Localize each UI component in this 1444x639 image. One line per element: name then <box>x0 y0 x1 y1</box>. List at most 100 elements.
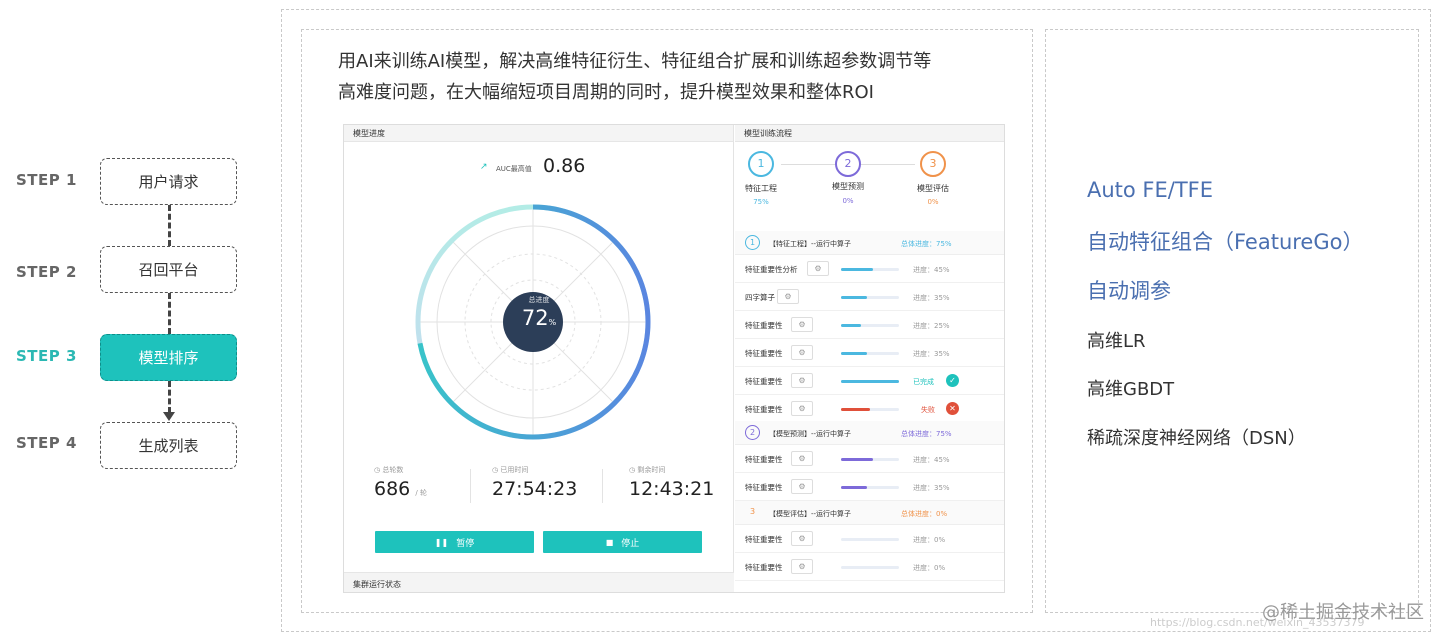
clock-icon: ◷ <box>374 466 381 474</box>
step-2-box: 召回平台 <box>100 246 237 293</box>
pause-button[interactable]: ❚❚ 暂停 <box>375 531 534 553</box>
total-label: 总进度 <box>528 296 550 304</box>
stat-remaining-label: 剩余时间 <box>637 466 666 474</box>
stat-remaining-value: 12:43:21 <box>629 478 715 500</box>
total-value: 72 <box>521 306 549 330</box>
settings-gear-icon[interactable]: ⚙ <box>791 317 813 332</box>
training-flow-panel: 模型训练流程 1 特征工程 75% 2 模型预测 0% 3 模型评估 0% 1 【… <box>735 125 1004 592</box>
operator-row: 特征重要性 ⚙ 进度：35% <box>735 473 1004 501</box>
connector-2-3 <box>168 293 171 334</box>
stage-1: 1 特征工程 75% <box>735 151 787 206</box>
step-3-label: STEP 3 <box>16 347 77 365</box>
operator-row: 特征重要性 ⚙ 失败 ✕ <box>735 395 1004 423</box>
cluster-status-title: 集群运行状态 <box>353 580 401 589</box>
operator-status: 进度：25% <box>913 322 950 330</box>
settings-gear-icon[interactable]: ⚙ <box>791 531 813 546</box>
stage-2-pct: 0% <box>842 197 854 205</box>
settings-gear-icon[interactable]: ⚙ <box>777 289 799 304</box>
settings-gear-icon[interactable]: ⚙ <box>791 479 813 494</box>
stat-rounds-label: 总轮数 <box>382 466 404 474</box>
stage-3: 3 模型评估 0% <box>907 151 959 206</box>
operator-progress-fill <box>841 324 862 327</box>
stat-remaining: ◷ 剩余时间 12:43:21 <box>629 465 734 500</box>
section-number: 2 <box>745 425 760 440</box>
stat-divider <box>470 469 471 503</box>
stop-button[interactable]: ■ 停止 <box>543 531 702 553</box>
stat-rounds-unit: / 轮 <box>415 489 427 497</box>
operator-name: 特征重要性 <box>745 405 783 414</box>
operator-name: 特征重要性 <box>745 455 783 464</box>
intro-text: 用AI来训练AI模型，解决高维特征衍生、特征组合扩展和训练超参数调节等 高难度问… <box>338 46 998 108</box>
settings-gear-icon[interactable]: ⚙ <box>791 559 813 574</box>
operator-progress-bar <box>841 566 899 569</box>
stat-elapsed: ◷ 已用时间 27:54:23 <box>492 465 602 500</box>
operator-name: 特征重要性 <box>745 535 783 544</box>
model-dashboard-screenshot: 模型进度 ↗ AUC最高值 0.86 总进度 72% ◷ 总轮数 686 / 轮… <box>343 124 1005 593</box>
cluster-status-header: 集群运行状态 <box>344 572 734 592</box>
stage-stepper: 1 特征工程 75% 2 模型预测 0% 3 模型评估 0% <box>735 143 1004 223</box>
section-title: 【模型预测】--运行中算子 <box>769 430 852 438</box>
clock-icon: ◷ <box>629 466 636 474</box>
arrow-down-icon <box>163 412 175 421</box>
stage-2: 2 模型预测 0% <box>822 151 874 205</box>
operator-status: 进度：0% <box>913 536 946 544</box>
section-number: 1 <box>745 235 760 250</box>
settings-gear-icon[interactable]: ⚙ <box>791 451 813 466</box>
operator-progress-bar <box>841 268 899 271</box>
section-progress: 总体进度：0% <box>901 510 948 518</box>
feature-auto-fe: Auto FE/TFE <box>1087 178 1214 202</box>
operator-row: 特征重要性 ⚙ 进度：0% <box>735 553 1004 581</box>
operator-progress-fill <box>841 408 870 411</box>
model-progress-title: 模型进度 <box>344 125 733 142</box>
operator-status: 进度：35% <box>913 294 950 302</box>
trend-icon: ↗ <box>480 162 488 172</box>
auc-value: 0.86 <box>543 155 586 177</box>
operator-progress-bar <box>841 486 899 489</box>
stage-1-circle: 1 <box>748 151 774 177</box>
operator-progress-bar <box>841 538 899 541</box>
total-value-wrap: 72% <box>503 306 575 330</box>
settings-gear-icon[interactable]: ⚙ <box>807 261 829 276</box>
stat-rounds-value: 686 <box>374 478 411 500</box>
operator-row: 特征重要性 ⚙ 进度：45% <box>735 445 1004 473</box>
auc-label: AUC最高值 <box>496 165 532 173</box>
operator-progress-fill <box>841 352 868 355</box>
training-flow-title: 模型训练流程 <box>735 125 1004 142</box>
stage-2-circle: 2 <box>835 151 861 177</box>
step-3-box: 模型排序 <box>100 334 237 381</box>
stat-rounds: ◷ 总轮数 686 / 轮 <box>374 465 474 500</box>
operator-name: 特征重要性 <box>745 321 783 330</box>
settings-gear-icon[interactable]: ⚙ <box>791 401 813 416</box>
operator-progress-bar <box>841 458 899 461</box>
operator-progress-fill <box>841 458 873 461</box>
stop-icon: ■ <box>605 537 614 547</box>
stat-elapsed-value: 27:54:23 <box>492 478 578 500</box>
section-title: 【特征工程】--运行中算子 <box>769 240 852 248</box>
operator-status: 进度：35% <box>913 350 950 358</box>
section-title: 【模型评估】--运行中算子 <box>769 510 852 518</box>
step-1-label: STEP 1 <box>16 171 77 189</box>
operator-status: 失败 <box>921 406 935 414</box>
feature-high-dim-gbdt: 高维GBDT <box>1087 379 1175 400</box>
intro-line-2: 高难度问题，在大幅缩短项目周期的同时，提升模型效果和整体ROI <box>338 82 874 103</box>
step-4-label: STEP 4 <box>16 434 77 452</box>
operator-progress-fill <box>841 296 868 299</box>
settings-gear-icon[interactable]: ⚙ <box>791 373 813 388</box>
total-unit: % <box>548 318 557 327</box>
operator-row: 四字算子 ⚙ 进度：35% <box>735 283 1004 311</box>
section-number: 3 <box>749 507 756 516</box>
operator-status: 已完成 <box>913 378 934 386</box>
stage-1-pct: 75% <box>753 198 769 206</box>
settings-gear-icon[interactable]: ⚙ <box>791 345 813 360</box>
step-4-box: 生成列表 <box>100 422 237 469</box>
operator-name: 四字算子 <box>745 293 775 302</box>
connector-3-4 <box>168 381 171 413</box>
operator-status: 进度：45% <box>913 456 950 464</box>
feature-dsn: 稀疏深度神经网络（DSN） <box>1087 428 1306 449</box>
operator-status: 进度：0% <box>913 564 946 572</box>
section-header-1: 1 【特征工程】--运行中算子 总体进度：75% <box>735 231 1004 255</box>
total-progress: 总进度 72% <box>503 295 575 330</box>
section-header-3: 3 【模型评估】--运行中算子 总体进度：0% <box>735 501 1004 525</box>
stage-3-name: 模型评估 <box>917 184 949 193</box>
operator-progress-bar <box>841 324 899 327</box>
